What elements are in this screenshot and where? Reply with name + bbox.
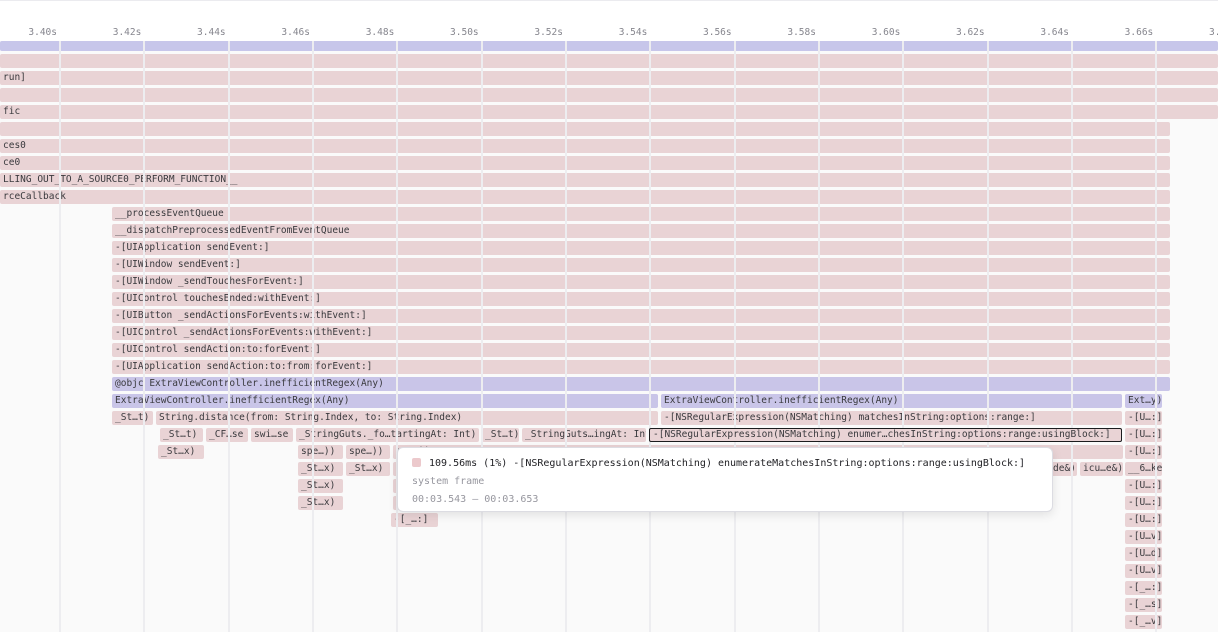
flame-frame[interactable]: _St…x) xyxy=(158,445,204,459)
ruler-tick-label: 3.42s xyxy=(0,27,141,38)
ruler-tick-label: 3.60s xyxy=(0,27,900,38)
flame-frame[interactable]: -[UIControl sendAction:to:forEvent:] xyxy=(112,343,1170,357)
flame-graph: run] fic ces0 ce0 LLING_OUT_TO_A_SOURCE0_PER… xyxy=(0,0,1218,632)
time-gridline xyxy=(1155,41,1157,632)
flame-frame[interactable] xyxy=(0,41,1218,51)
flame-frame[interactable]: swi…se xyxy=(251,428,293,442)
time-gridline xyxy=(818,41,820,632)
time-gridline xyxy=(1071,41,1073,632)
ruler-tick-label: 3.46s xyxy=(0,27,310,38)
flame-frame[interactable]: @objc ExtraViewController.inefficientReg… xyxy=(112,377,1170,391)
frame-color-swatch-icon xyxy=(412,458,421,467)
flame-frame[interactable]: -[UIButton _sendActionsForEvents:withEve… xyxy=(112,309,1170,323)
ruler-tick-label: 3.64s xyxy=(0,27,1069,38)
flame-frame[interactable]: -[UIWindow sendEvent:] xyxy=(112,258,1170,272)
time-gridline xyxy=(481,41,483,632)
flame-frame[interactable]: fic xyxy=(0,105,1218,119)
tooltip-method: -[NSRegularExpression(NSMatching) enumer… xyxy=(513,458,1025,469)
flame-frame[interactable]: String.distance(from: String.Index, to: … xyxy=(156,411,658,425)
flame-frame[interactable]: _St…t) xyxy=(482,428,519,442)
time-gridline xyxy=(228,41,230,632)
flame-frame[interactable]: _St…x) xyxy=(298,496,343,510)
time-gridline xyxy=(59,41,61,632)
flame-frame[interactable]: spe…)) xyxy=(346,445,390,459)
instruments-flame-chart-window: run] fic ces0 ce0 LLING_OUT_TO_A_SOURCE0_PER… xyxy=(0,0,1218,632)
ruler-tick-label: 3.40s xyxy=(0,27,57,38)
time-ruler[interactable]: 3.40s3.42s3.44s3.46s3.48s3.50s3.52s3.54s… xyxy=(0,0,1218,41)
flame-frame[interactable]: -[UIApplication sendEvent:] xyxy=(112,241,1170,255)
time-gridline xyxy=(902,41,904,632)
tooltip-time-range: 00:03.543 — 00:03.653 xyxy=(412,494,1038,505)
frame-tooltip: 109.56ms (1%) -[NSRegularExpression(NSMat… xyxy=(397,447,1053,512)
flame-frame[interactable]: _St…x) xyxy=(346,462,390,476)
flame-frame[interactable]: __dispatchPreprocessedEventFromEventQueu… xyxy=(112,224,1170,238)
flame-frame-selected[interactable]: -[NSRegularExpression(NSMatching) enumer… xyxy=(649,428,1122,442)
flame-frame[interactable] xyxy=(0,122,1170,136)
flame-frame[interactable]: _StringGuts…ingAt: Int) xyxy=(522,428,646,442)
ruler-tick-label: 3.68s xyxy=(0,27,1218,38)
time-gridline xyxy=(396,41,398,632)
flame-frame[interactable]: -[UIWindow _sendTouchesForEvent:] xyxy=(112,275,1170,289)
flame-frame[interactable]: LLING_OUT_TO_A_SOURCE0_PERFORM_FUNCTION_… xyxy=(0,173,1170,187)
ruler-tick-label: 3.62s xyxy=(0,27,985,38)
ruler-tick-label: 3.50s xyxy=(0,27,479,38)
ruler-tick-label: 3.54s xyxy=(0,27,647,38)
time-gridline xyxy=(312,41,314,632)
flame-frame[interactable]: ce0 xyxy=(0,156,1170,170)
tooltip-subtitle: system frame xyxy=(412,476,1038,487)
flame-frame[interactable]: _St…x) xyxy=(298,462,343,476)
flame-frame[interactable]: -[UIApplication sendAction:to:from:forEv… xyxy=(112,360,1170,374)
flame-frame[interactable]: _St…t) xyxy=(112,411,153,425)
time-gridline xyxy=(734,41,736,632)
ruler-tick-label: 3.56s xyxy=(0,27,732,38)
time-gridline xyxy=(565,41,567,632)
time-gridline xyxy=(143,41,145,632)
flame-frame[interactable]: ExtraViewController.inefficientRegex(Any… xyxy=(112,394,658,408)
flame-frame[interactable]: __processEventQueue xyxy=(112,207,1170,221)
ruler-tick-label: 3.52s xyxy=(0,27,563,38)
time-gridline xyxy=(649,41,651,632)
tooltip-duration: 109.56ms (1%) xyxy=(429,458,507,469)
flame-frame[interactable] xyxy=(0,54,1218,68)
flame-frame[interactable]: _St…x) xyxy=(298,479,343,493)
flame-frame[interactable]: _StringGuts._fo…tartingAt: Int) xyxy=(296,428,479,442)
flame-frame[interactable]: _St…t) xyxy=(160,428,203,442)
flame-frame[interactable]: -[UIControl touchesEnded:withEvent:] xyxy=(112,292,1170,306)
tooltip-headline: 109.56ms (1%) -[NSRegularExpression(NSMat… xyxy=(412,458,1038,469)
flame-frame[interactable]: -[UIControl _sendActionsForEvents:withEv… xyxy=(112,326,1170,340)
ruler-tick-label: 3.58s xyxy=(0,27,816,38)
flame-frame[interactable]: icu…e&) xyxy=(1080,462,1123,476)
ruler-tick-label: 3.48s xyxy=(0,27,394,38)
flame-frame[interactable]: ces0 xyxy=(0,139,1170,153)
flame-frame[interactable] xyxy=(0,88,1218,102)
flame-frame[interactable]: -[NSRegularExpression(NSMatching) matche… xyxy=(661,411,1122,425)
time-gridline xyxy=(987,41,989,632)
ruler-tick-label: 3.66s xyxy=(0,27,1153,38)
ruler-tick-label: 3.44s xyxy=(0,27,226,38)
flame-frame[interactable]: spe…)) xyxy=(298,445,343,459)
flame-frame[interactable]: ExtraViewController.inefficientRegex(Any… xyxy=(661,394,1122,408)
flame-frame[interactable]: run] xyxy=(0,71,1218,85)
flame-frame[interactable]: rceCallback xyxy=(0,190,1170,204)
